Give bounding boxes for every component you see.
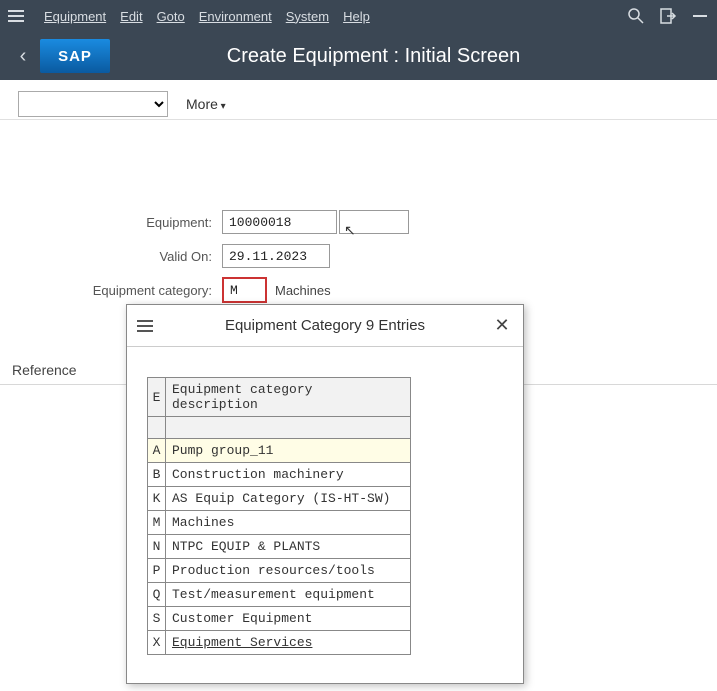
cell-code: P (148, 559, 166, 583)
cell-code: B (148, 463, 166, 487)
cell-desc: Pump group_11 (166, 439, 411, 463)
cell-desc: Test/measurement equipment (166, 583, 411, 607)
col-header-code[interactable]: E (148, 378, 166, 417)
category-description: Machines (275, 283, 331, 298)
row-equipment: Equipment (0, 206, 717, 238)
value-help-popup: Equipment Category 9 Entries ✕ E Equipme… (126, 304, 524, 684)
cell-code: K (148, 487, 166, 511)
menu-goto[interactable]: Goto (157, 9, 185, 24)
equipment-field[interactable] (222, 210, 337, 234)
form-area: Equipment Valid On Equipment category Ma… (0, 126, 717, 306)
table-row[interactable]: X Equipment Services (148, 631, 411, 655)
close-icon[interactable]: ✕ (491, 315, 513, 337)
valid-on-field[interactable] (222, 244, 330, 268)
label-category: Equipment category (0, 283, 222, 298)
popup-body: E Equipment category description A Pump … (127, 347, 523, 655)
equipment-extra-field[interactable] (339, 210, 409, 234)
more-menu[interactable]: More (186, 96, 226, 112)
table-row[interactable]: A Pump group_11 (148, 439, 411, 463)
table-row[interactable]: Q Test/measurement equipment (148, 583, 411, 607)
cell-code: M (148, 511, 166, 535)
toolbar: More (0, 80, 717, 120)
category-table: E Equipment category description A Pump … (147, 377, 411, 655)
cell-code: S (148, 607, 166, 631)
menu-edit[interactable]: Edit (120, 9, 142, 24)
popup-menu-icon[interactable] (137, 315, 159, 337)
menu-equipment[interactable]: Equipment (44, 9, 106, 24)
cell-desc: Equipment Services (166, 631, 411, 655)
label-valid-on: Valid On (0, 249, 222, 264)
cell-code: Q (148, 583, 166, 607)
row-category: Equipment category Machines (0, 274, 717, 306)
cell-desc: Customer Equipment (166, 607, 411, 631)
table-row[interactable]: N NTPC EQUIP & PLANTS (148, 535, 411, 559)
cell-desc: Production resources/tools (166, 559, 411, 583)
search-icon[interactable] (627, 7, 645, 25)
cell-code: X (148, 631, 166, 655)
exit-icon[interactable] (659, 7, 677, 25)
cell-desc: NTPC EQUIP & PLANTS (166, 535, 411, 559)
table-row[interactable]: P Production resources/tools (148, 559, 411, 583)
menu-system[interactable]: System (286, 9, 329, 24)
page-title: Create Equipment : Initial Screen (110, 45, 717, 68)
category-field[interactable] (222, 277, 267, 303)
table-row[interactable]: M Machines (148, 511, 411, 535)
menu-help[interactable]: Help (343, 9, 370, 24)
title-bar: ‹ SAP Create Equipment : Initial Screen (0, 32, 717, 80)
back-icon[interactable]: ‹ (10, 45, 36, 68)
cell-desc: AS Equip Category (IS-HT-SW) (166, 487, 411, 511)
cell-code: N (148, 535, 166, 559)
menu-bar: Equipment Edit Goto Environment System H… (0, 0, 717, 32)
popup-header: Equipment Category 9 Entries ✕ (127, 305, 523, 347)
table-row[interactable]: B Construction machinery (148, 463, 411, 487)
label-equipment: Equipment (0, 215, 222, 230)
cell-code: A (148, 439, 166, 463)
popup-title: Equipment Category 9 Entries (159, 317, 491, 334)
menu-environment[interactable]: Environment (199, 9, 272, 24)
col-header-desc[interactable]: Equipment category description (166, 378, 411, 417)
table-row[interactable]: K AS Equip Category (IS-HT-SW) (148, 487, 411, 511)
variant-select[interactable] (18, 91, 168, 117)
menu-hamburger-icon[interactable] (8, 5, 30, 27)
row-valid-on: Valid On (0, 240, 717, 272)
cell-desc: Construction machinery (166, 463, 411, 487)
sap-logo: SAP (40, 39, 110, 73)
cell-desc: Machines (166, 511, 411, 535)
table-row[interactable]: S Customer Equipment (148, 607, 411, 631)
window-icon[interactable] (691, 7, 709, 25)
